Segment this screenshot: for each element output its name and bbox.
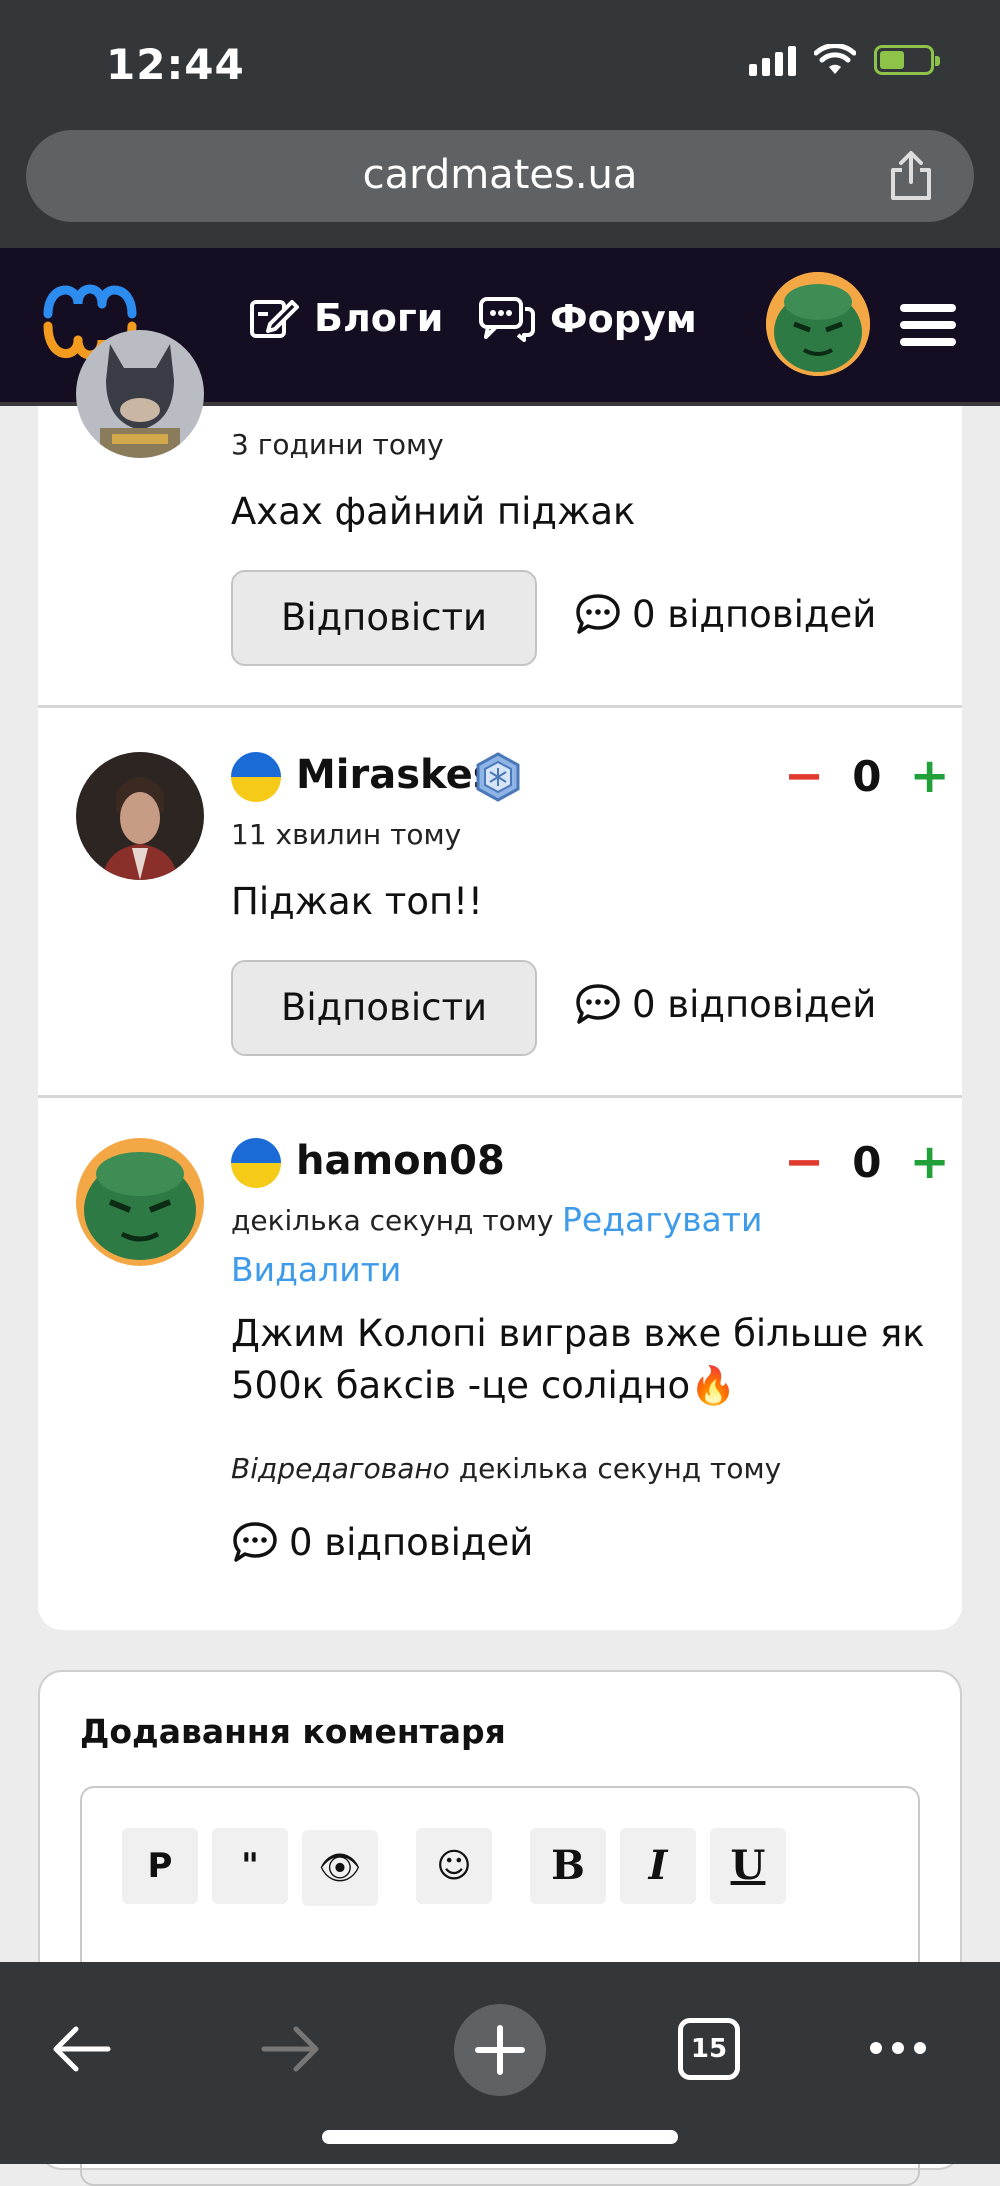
home-indicator	[322, 2130, 678, 2144]
signal-icon	[749, 44, 796, 76]
downvote-button[interactable]: −	[784, 1134, 824, 1190]
vote-count: 0	[852, 751, 882, 801]
author-name[interactable]: hamon08	[296, 1138, 505, 1184]
replies-count[interactable]: 0 відповідей	[574, 592, 876, 636]
avatar[interactable]	[76, 330, 204, 458]
back-arrow-icon[interactable]	[50, 2024, 112, 2074]
avatar[interactable]	[76, 752, 204, 880]
comment-text: Ахах файний піджак	[231, 490, 636, 533]
comment-time: 11 хвилин тому	[231, 818, 462, 851]
edit-link[interactable]: Редагувати	[562, 1200, 762, 1239]
clock: 12:44	[106, 40, 245, 89]
comment-time: декілька секунд тому	[231, 1204, 554, 1237]
ukraine-flag-icon	[231, 1138, 281, 1188]
comment: hamon08 − 0 + декілька секунд тому Редаг…	[38, 1098, 962, 1630]
bold-button[interactable]: B	[530, 1828, 606, 1904]
delete-link[interactable]: Видалити	[231, 1250, 401, 1289]
underline-button[interactable]: U	[710, 1828, 786, 1904]
vote-control: − 0 +	[784, 1134, 950, 1190]
upvote-button[interactable]: +	[909, 748, 949, 804]
url-text: cardmates.ua	[362, 152, 638, 198]
quote-button[interactable]: "	[212, 1828, 288, 1904]
vote-control: − 0 +	[784, 748, 950, 804]
paragraph-button[interactable]: P	[122, 1828, 198, 1904]
reply-button[interactable]: Відповісти	[231, 960, 537, 1056]
replies-count[interactable]: 0 відповідей	[574, 982, 876, 1026]
chat-bubbles-icon	[479, 297, 535, 342]
forward-arrow-icon[interactable]	[260, 2024, 322, 2074]
address-bar[interactable]: cardmates.ua	[26, 130, 974, 222]
replies-label: 0 відповідей	[632, 592, 877, 636]
nav-blogs[interactable]: Блоги	[248, 296, 443, 340]
comment-bubble-icon	[576, 984, 620, 1024]
edited-note: Відредаговано декілька секунд тому	[231, 1452, 781, 1485]
new-tab-plus-icon[interactable]	[452, 2002, 548, 2098]
comment-text: Піджак топ!!	[231, 880, 483, 923]
downvote-button[interactable]: −	[784, 748, 824, 804]
avatar[interactable]	[76, 1138, 204, 1266]
emoji-icon[interactable]: ☺	[416, 1828, 492, 1904]
replies-count[interactable]: 0 відповідей	[231, 1520, 533, 1564]
edited-prefix: Відредаговано	[231, 1452, 450, 1485]
comment: Miraskes − 0 + 11 хвилин тому Піджак топ…	[38, 708, 962, 1095]
nav-blogs-label: Блоги	[314, 296, 444, 340]
replies-label: 0 відповідей	[289, 1520, 534, 1564]
add-comment-title: Додавання коментаря	[80, 1712, 506, 1751]
comments-list: 3 години тому Ахах файний піджак Відпові…	[38, 330, 962, 1630]
edit-note-icon	[250, 300, 299, 338]
reply-button[interactable]: Відповісти	[231, 570, 537, 666]
nav-forum[interactable]: Форум	[478, 296, 697, 342]
comment-bubble-icon	[233, 1522, 277, 1562]
user-avatar[interactable]	[766, 272, 870, 376]
menu-icon[interactable]	[900, 304, 956, 348]
replies-label: 0 відповідей	[632, 982, 877, 1026]
spoiler-eye-icon[interactable]: 👁	[302, 1830, 378, 1906]
comment: 3 години тому Ахах файний піджак Відпові…	[38, 330, 962, 706]
comment-bubble-icon	[576, 594, 620, 634]
comment-time: 3 години тому	[231, 428, 444, 461]
more-options-icon[interactable]	[866, 2038, 930, 2058]
author-name[interactable]: Miraskes	[296, 752, 497, 798]
status-icons	[749, 44, 940, 76]
browser-toolbar: cardmates.ua	[0, 130, 1000, 248]
rank-badge-icon	[476, 752, 520, 802]
share-icon[interactable]	[886, 150, 936, 202]
ukraine-flag-icon	[231, 752, 281, 802]
tabs-count-icon[interactable]: 15	[678, 2018, 740, 2080]
wifi-icon	[814, 44, 856, 74]
edited-time: декілька секунд тому	[458, 1452, 782, 1485]
battery-icon	[874, 45, 940, 75]
status-bar: 12:44	[0, 0, 1000, 130]
italic-button[interactable]: I	[620, 1828, 696, 1904]
upvote-button[interactable]: +	[909, 1134, 949, 1190]
nav-forum-label: Форум	[550, 297, 697, 341]
vote-count: 0	[852, 1137, 882, 1187]
comment-text: Джим Колопі виграв вже більше як 500к ба…	[231, 1312, 925, 1407]
